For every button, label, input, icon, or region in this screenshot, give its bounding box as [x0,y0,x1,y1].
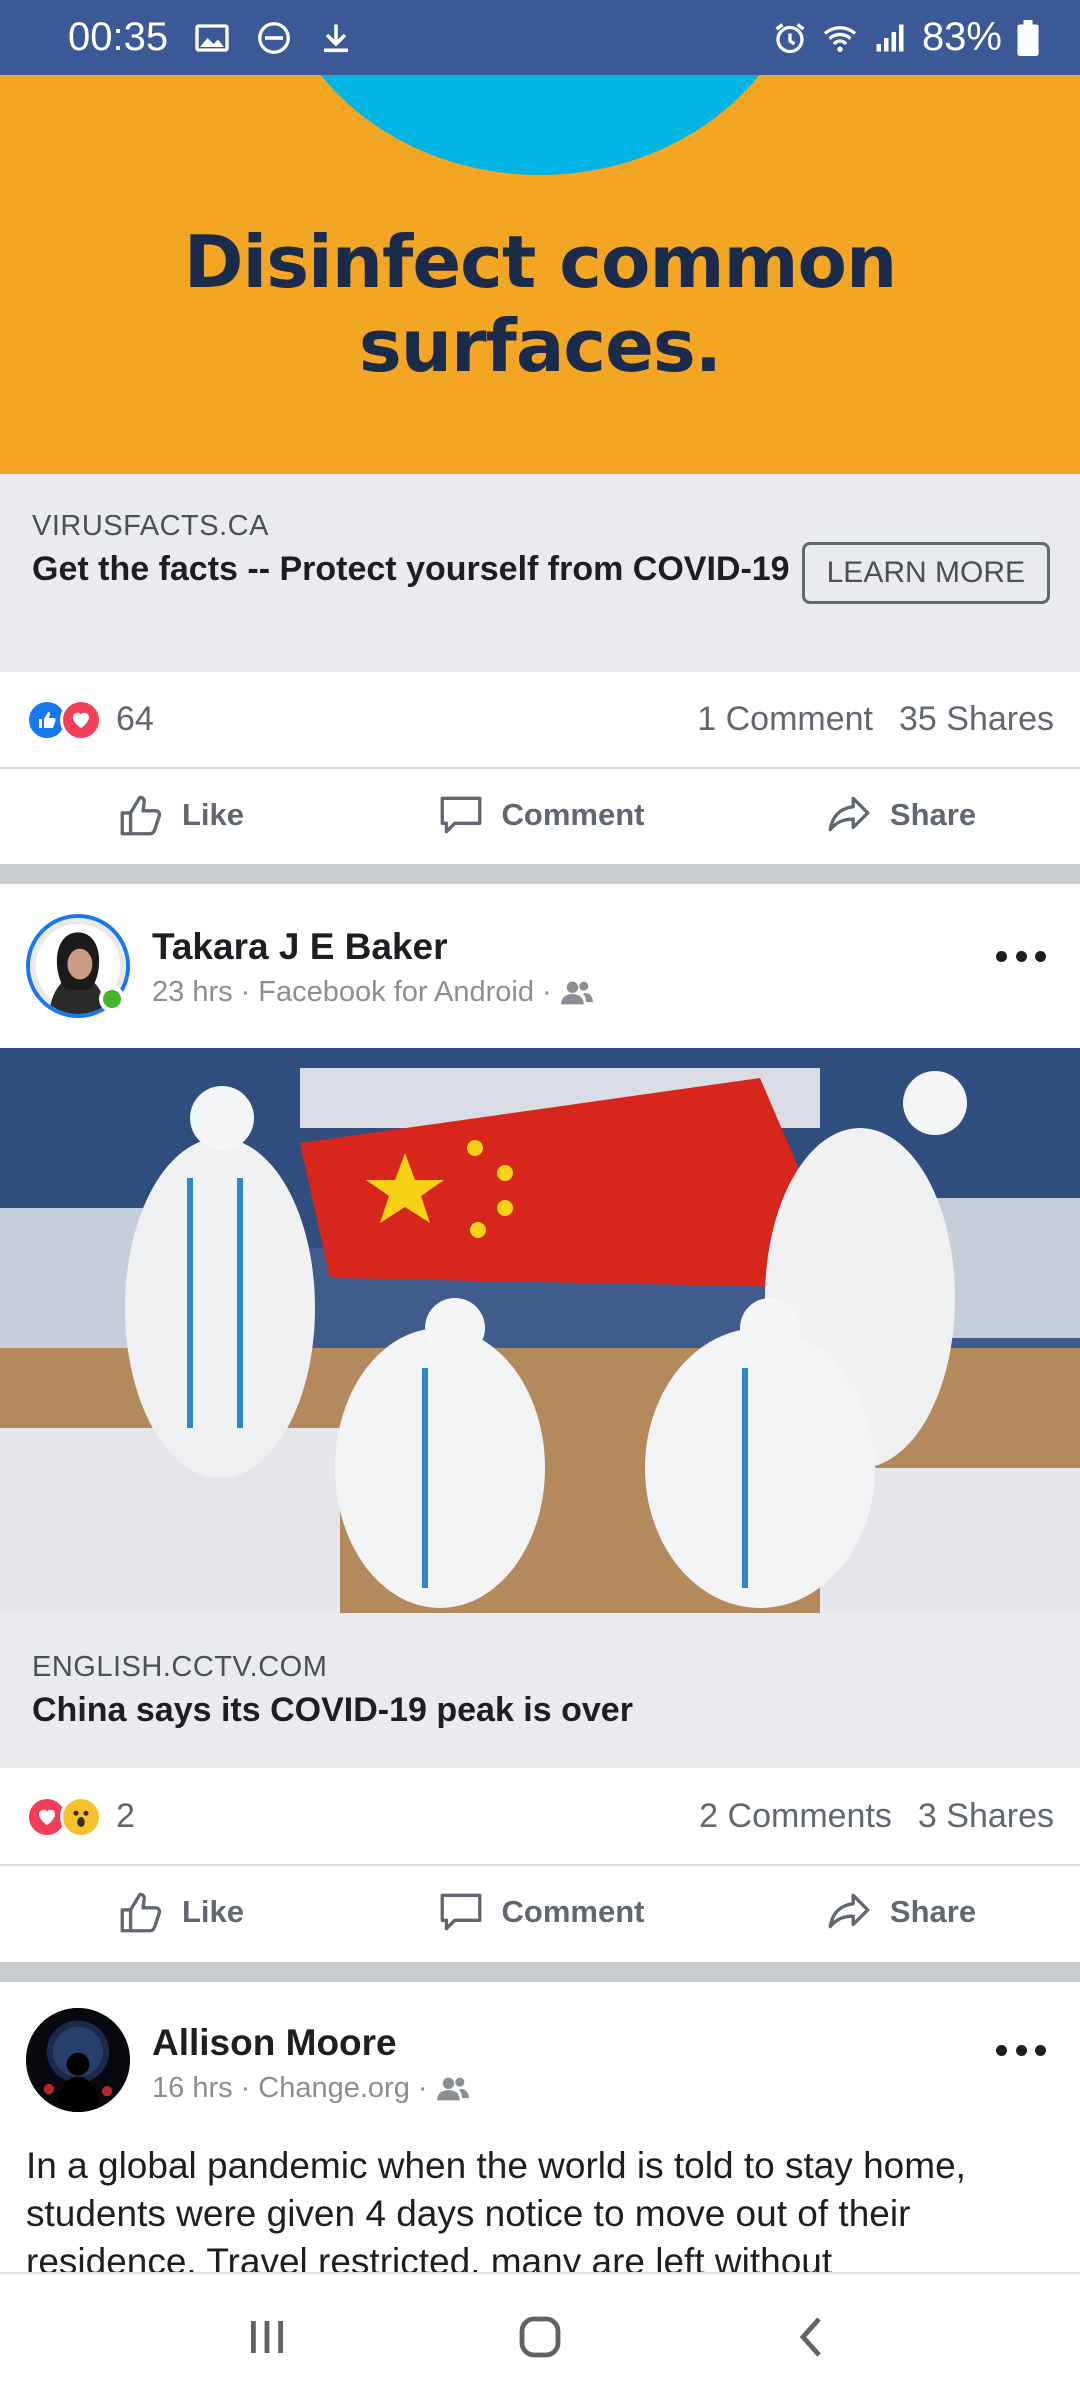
share-button[interactable]: Share [720,790,1080,840]
post1-action-bar: Like Comment Share [0,1866,1080,1958]
back-button[interactable] [783,2307,843,2367]
like-label: Like [181,1894,245,1929]
ad-action-bar: Like Comment Share [0,769,1080,861]
comment-button[interactable]: Comment [360,1887,720,1937]
link-domain: ENGLISH.CCTV.COM [32,1651,328,1683]
post-source: Facebook for Android [258,976,534,1008]
alarm-icon [772,20,808,56]
wifi-icon [822,20,858,56]
ad-headline: Disinfect common surfaces. [183,220,897,388]
ad-image[interactable]: Disinfect common surfaces. [0,75,1080,474]
love-reaction-icon [60,698,102,741]
like-button[interactable]: Like [0,1887,360,1937]
shares-count[interactable]: 35 Shares [899,700,1054,739]
post-photo[interactable] [0,1048,1080,1613]
battery-icon [1016,19,1040,56]
more-options-button[interactable] [996,2040,1046,2060]
reactions-summary[interactable]: 64 [26,698,154,741]
comment-button[interactable]: Comment [360,790,720,840]
image-icon [194,20,230,56]
post-time[interactable]: 23 hrs [152,976,233,1009]
link-domain: VIRUSFACTS.CA [32,510,269,542]
online-status-dot [99,986,125,1012]
post-takara: Takara J E Baker 23 hrs · Facebook for A… [0,884,1080,1962]
link-title: China says its COVID-19 peak is over [32,1691,633,1729]
reaction-count: 2 [116,1797,135,1835]
status-bar: 00:35 83% [0,0,1080,75]
learn-more-button[interactable]: LEARN MORE [801,542,1050,604]
shares-count[interactable]: 3 Shares [918,1797,1054,1836]
like-label: Like [181,797,245,832]
post-text: In a global pandemic when the world is t… [26,2145,966,2272]
download-icon [318,20,354,56]
link-title: Get the facts -- Protect yourself from C… [32,550,790,588]
share-label: Share [889,1894,977,1929]
facebook-feed-screen: 00:35 83% Disinfect common surfaces. VIR… [0,0,1080,2400]
friends-icon [436,2077,469,2100]
clock: 00:35 [68,15,169,59]
share-label: Share [889,797,977,832]
author-name[interactable]: Allison Moore [152,2022,397,2064]
author-name[interactable]: Takara J E Baker [152,926,448,968]
post-header: Allison Moore 16 hrs · Change.org · [0,1982,1080,2132]
thumbs-up-icon [120,1892,162,1933]
post-meta: 16 hrs · Change.org · [152,2072,470,2105]
recents-icon [250,2321,283,2353]
home-button[interactable] [510,2307,570,2367]
post-header: Takara J E Baker 23 hrs · Facebook for A… [0,884,1080,1034]
system-nav-bar [0,2272,1080,2400]
post-time[interactable]: 16 hrs [152,2072,233,2105]
avatar[interactable] [26,2008,130,2112]
ad-footer: 64 1 Comment 35 Shares Like Comment Shar… [0,672,1080,864]
wow-reaction-icon [60,1795,102,1838]
back-icon [800,2317,822,2357]
comments-count[interactable]: 2 Comments [699,1797,892,1836]
comment-label: Comment [501,797,645,832]
comment-icon [440,1893,481,1931]
home-icon [519,2316,561,2358]
comment-icon [440,796,481,834]
reactions-summary[interactable]: 2 [26,1795,135,1838]
reaction-count: 64 [116,700,154,738]
ad-decorative-circle [270,75,810,175]
ad-stats-row: 64 1 Comment 35 Shares [0,672,1080,769]
friends-icon [560,981,593,1004]
post-allison: Allison Moore 16 hrs · Change.org · In a… [0,1982,1080,2272]
signal-icon [872,20,908,56]
ad-link-preview[interactable]: VIRUSFACTS.CA Get the facts -- Protect y… [0,474,1080,672]
share-icon [828,1893,870,1929]
share-button[interactable]: Share [720,1887,1080,1937]
comment-label: Comment [501,1894,645,1929]
share-icon [828,796,870,832]
more-options-button[interactable] [996,946,1046,966]
comments-count[interactable]: 1 Comment [697,700,873,739]
post1-stats-row: 2 2 Comments 3 Shares [0,1769,1080,1866]
post-source: Change.org [258,2072,410,2104]
thumbs-up-icon [120,795,162,836]
like-button[interactable]: Like [0,790,360,840]
post-meta: 23 hrs · Facebook for Android · [152,976,594,1009]
recents-button[interactable] [237,2307,297,2367]
post1-link-preview[interactable]: ENGLISH.CCTV.COM China says its COVID-19… [0,1613,1080,1768]
dnd-icon [256,20,292,56]
battery-percent: 83% [921,15,1002,59]
